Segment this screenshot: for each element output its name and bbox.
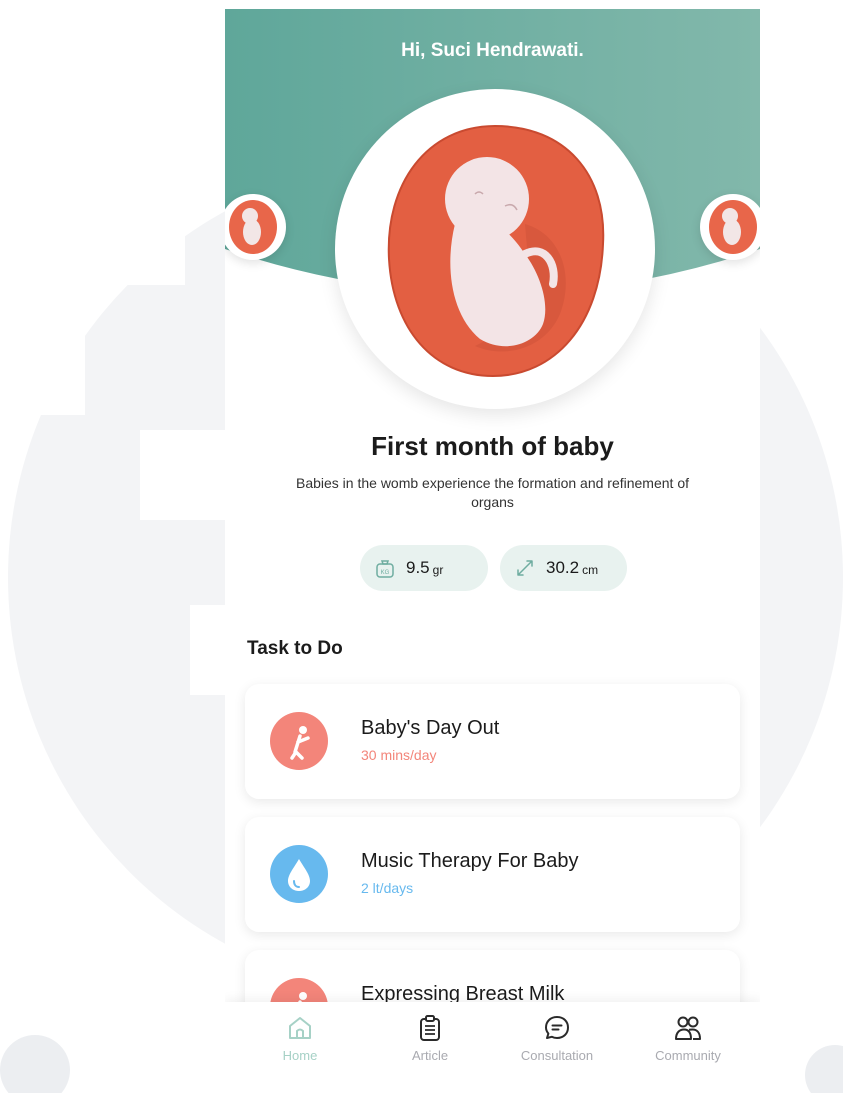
length-value: 30.2 (546, 558, 580, 577)
watermark-block (190, 605, 225, 695)
nav-label-consultation: Consultation (520, 1048, 594, 1063)
watermark-block (140, 430, 225, 520)
weight-value: 9.5 (406, 558, 430, 577)
diagonal-arrow-icon (517, 560, 533, 576)
watermark-dot (0, 1035, 70, 1093)
svg-text:KG: KG (381, 570, 390, 576)
stretching-person-icon (270, 712, 328, 770)
greeting-text: Hi, Suci Hendrawati. (401, 40, 584, 61)
fetus-icon (709, 200, 757, 254)
watermark-dot (805, 1045, 843, 1093)
task-card[interactable]: Music Therapy For Baby 2 lt/days (245, 817, 740, 932)
chat-icon (545, 1016, 569, 1039)
home-icon (289, 1017, 311, 1039)
task-name: Music Therapy For Baby (361, 850, 579, 872)
weight-scale-icon: KG (376, 560, 394, 578)
phone-screen: Hi, Suci Hendrawati. First month of baby (225, 9, 760, 1093)
nav-item-community[interactable]: Community (628, 1014, 748, 1063)
nav-label-home: Home (282, 1048, 318, 1063)
nav-label-article: Article (411, 1048, 449, 1063)
nav-label-community: Community (655, 1048, 721, 1063)
nav-item-home[interactable]: Home (240, 1014, 360, 1063)
next-month-thumbnail[interactable] (700, 194, 760, 260)
task-detail: 30 mins/day (361, 747, 437, 763)
task-card[interactable]: Baby's Day Out 30 mins/day (245, 684, 740, 799)
task-name: Baby's Day Out (361, 717, 500, 739)
task-section-title: Task to Do (247, 638, 343, 659)
watermark-block (105, 200, 185, 285)
length-unit: cm (582, 563, 599, 577)
fetus-illustration (387, 124, 605, 378)
hero-description: Babies in the womb experience the format… (295, 475, 689, 510)
nav-item-consultation[interactable]: Consultation (497, 1014, 617, 1063)
weight-badge: KG 9.5 gr (360, 545, 488, 591)
task-detail: 2 lt/days (361, 880, 414, 896)
clipboard-icon (420, 1015, 440, 1041)
bottom-navigation: Home Article Consultation Community (225, 1002, 760, 1093)
fetus-illustration-frame (335, 89, 655, 409)
hero-title: First month of baby (371, 431, 614, 461)
length-badge: 30.2 cm (500, 545, 627, 591)
water-drop-icon (270, 845, 328, 903)
nav-item-article[interactable]: Article (370, 1014, 490, 1063)
people-icon (675, 1016, 701, 1040)
watermark-block (0, 330, 85, 415)
weight-unit: gr (432, 563, 444, 577)
